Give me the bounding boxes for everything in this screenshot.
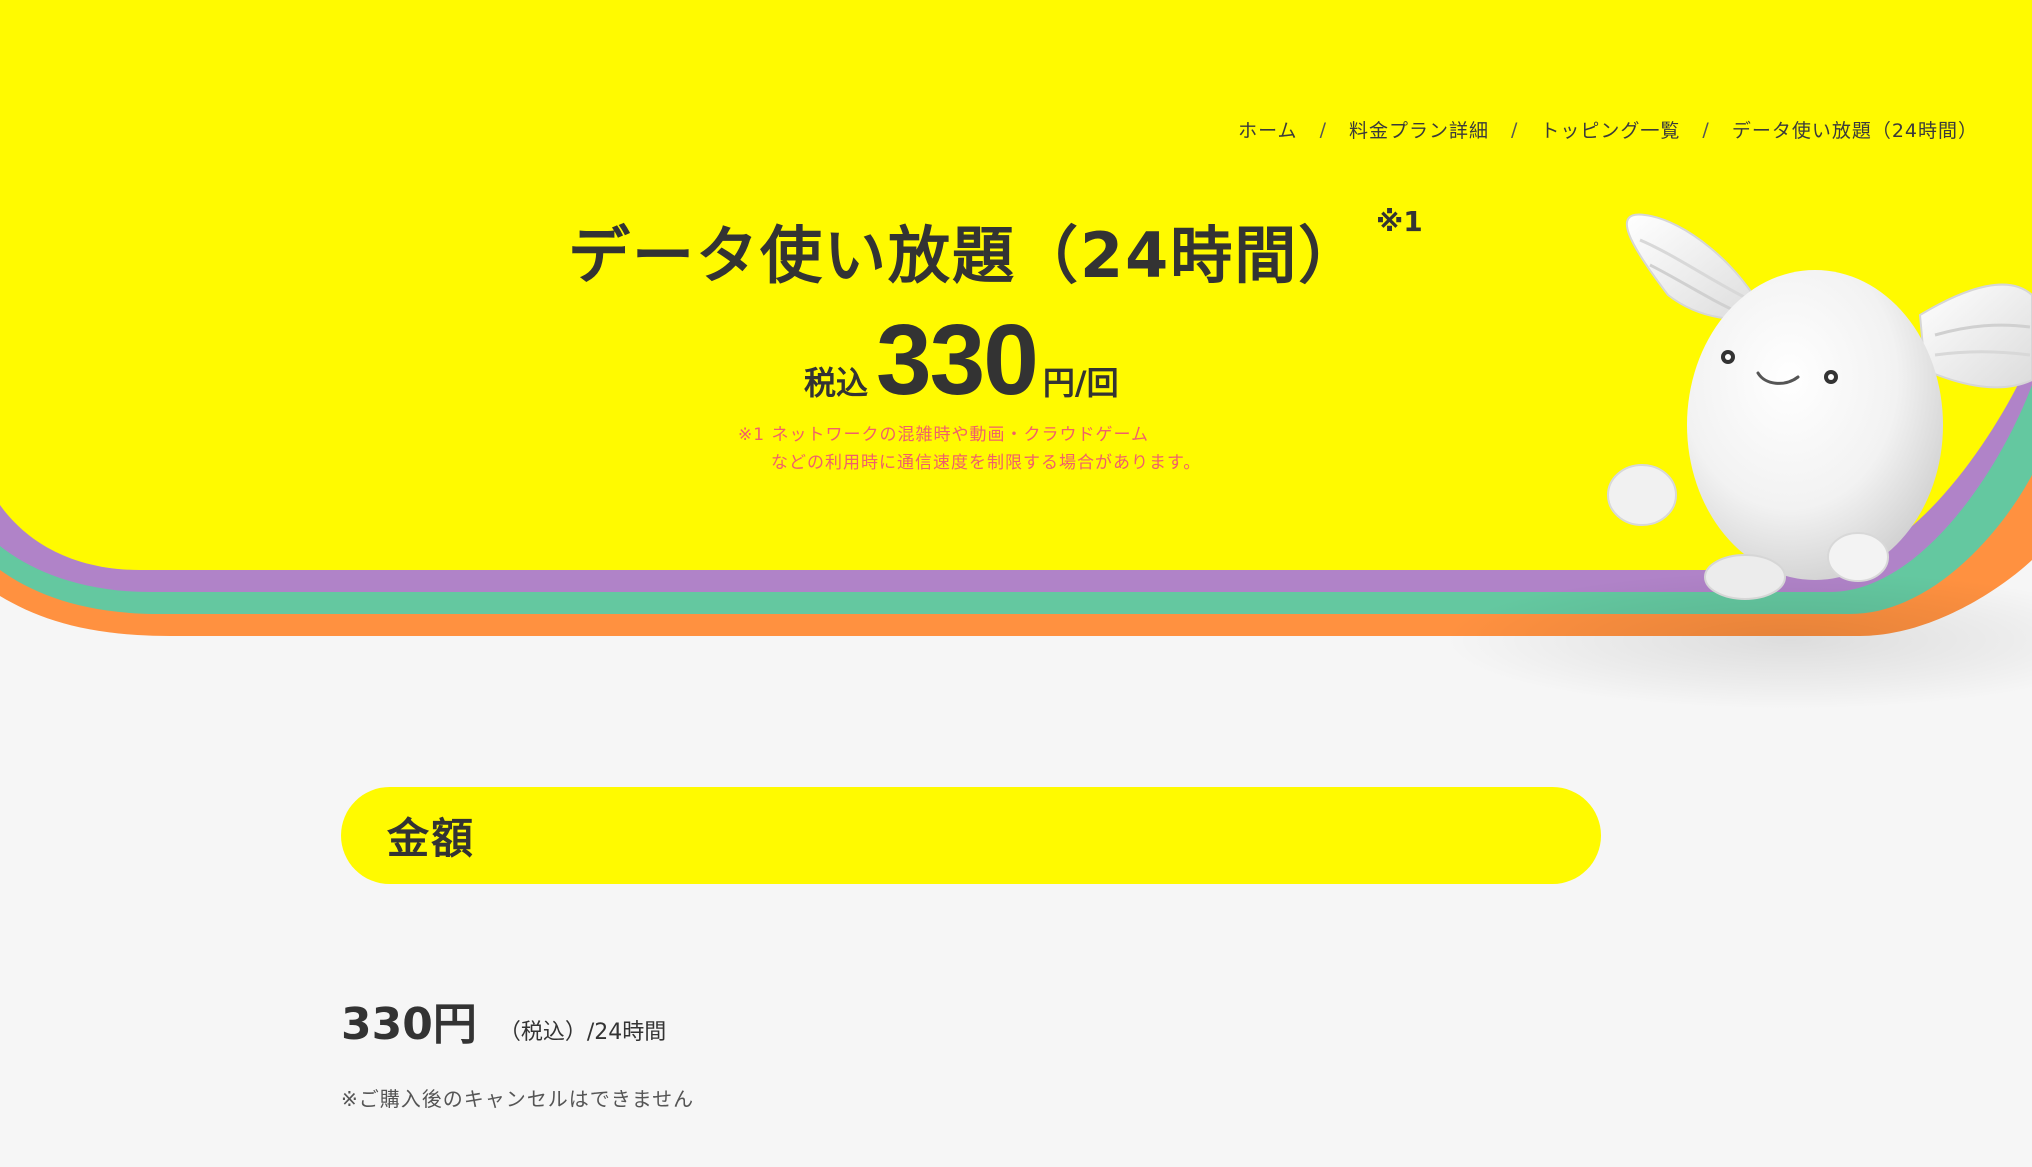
breadcrumb-separator: / xyxy=(1319,118,1327,141)
mascot-body xyxy=(1687,270,1943,580)
hero-footnote-line-2: などの利用時に通信速度を制限する場合があります。 xyxy=(771,453,1202,473)
breadcrumb-separator: / xyxy=(1702,118,1710,141)
page-title: データ使い放題（24時間） xyxy=(568,219,1363,292)
section-title: 金額 xyxy=(387,814,476,863)
breadcrumb-topping-list[interactable]: トッピング一覧 xyxy=(1540,116,1680,143)
mascot-left-eye-highlight xyxy=(1725,354,1731,360)
mascot-foot xyxy=(1704,554,1786,600)
mascot-left-arm xyxy=(1607,464,1677,526)
breadcrumb-separator: / xyxy=(1510,118,1519,141)
price-tax-label: 税込 xyxy=(804,364,869,402)
mascot-right-eye-highlight xyxy=(1828,374,1834,380)
breadcrumb-current: データ使い放題（24時間） xyxy=(1731,120,1978,142)
hero-footnote-line-1: ※1 ネットワークの混雑時や動画・クラウドゲーム xyxy=(738,425,1149,445)
breadcrumb-plan-details[interactable]: 料金プラン詳細 xyxy=(1349,116,1489,143)
hero-footnote: ※1 ネットワークの混雑時や動画・クラウドゲーム などの利用時に通信速度を制限す… xyxy=(738,421,1201,477)
price-number: 330 xyxy=(876,304,1039,416)
note-reference-mark: ※1 xyxy=(1376,205,1423,238)
hero-price: 税込 330 円/回 xyxy=(804,310,1119,410)
amount-tax-duration: （税込）/24時間 xyxy=(498,1020,667,1045)
breadcrumb-home[interactable]: ホーム xyxy=(1238,116,1297,143)
amount-value: 330円 xyxy=(341,999,477,1050)
page: ホーム / 料金プラン詳細 / トッピング一覧 / データ使い放題（24時間） … xyxy=(0,0,2032,1167)
mascot-right-hand xyxy=(1827,532,1889,582)
price-unit: 円/回 xyxy=(1042,364,1119,402)
section-header-amount: 金額 xyxy=(341,787,1601,884)
breadcrumb: ホーム / 料金プラン詳細 / トッピング一覧 / データ使い放題（24時間） xyxy=(1238,116,1978,143)
right-wing xyxy=(1918,283,2032,389)
winged-egg-mascot-icon xyxy=(1607,213,2032,600)
amount-line: 330円 （税込）/24時間 xyxy=(341,988,666,1052)
cancel-note: ※ご購入後のキャンセルはできません xyxy=(341,1087,695,1111)
